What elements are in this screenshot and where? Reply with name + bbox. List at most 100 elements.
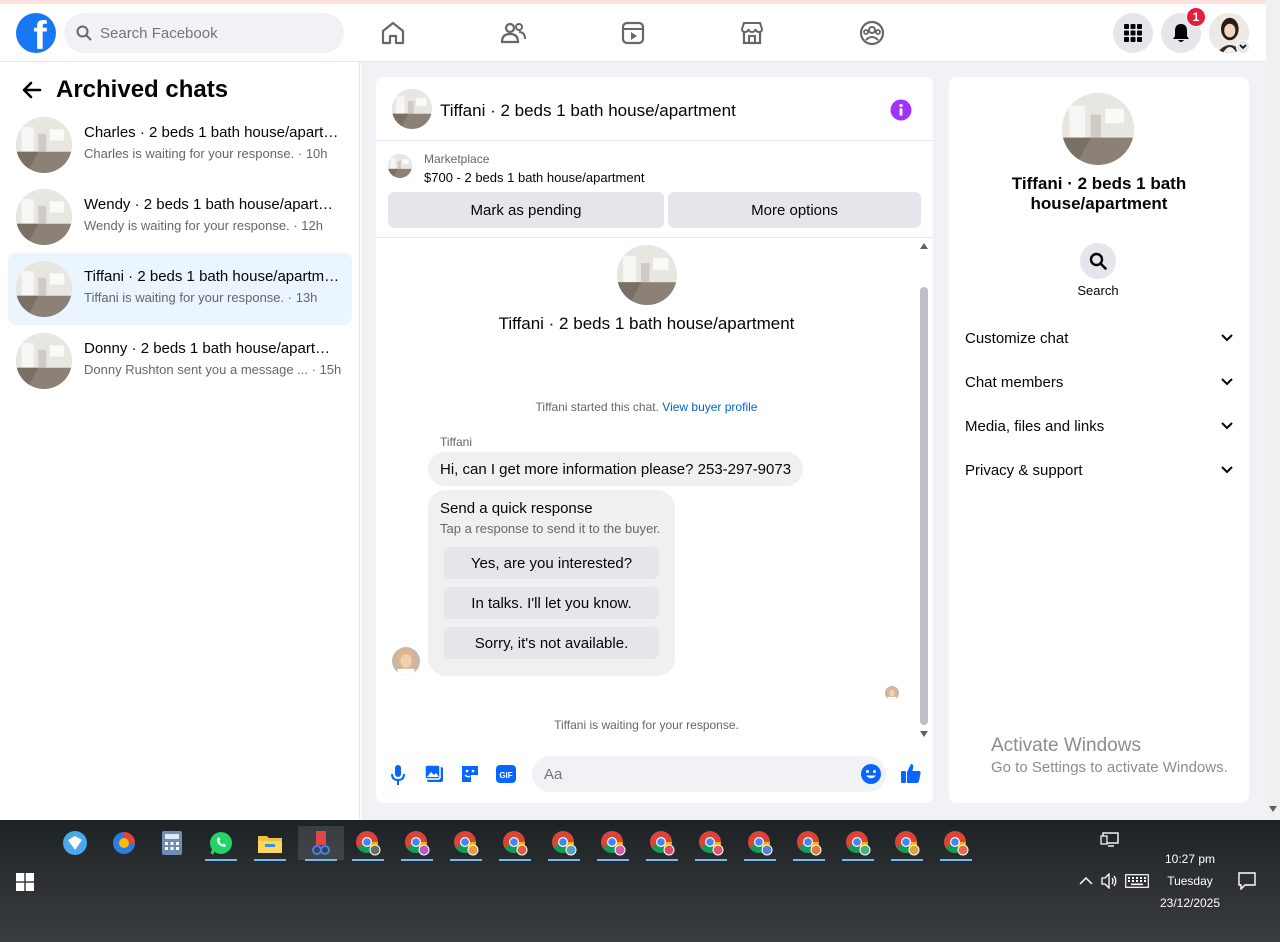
chevron-down-icon <box>1221 378 1233 386</box>
taskbar-app-snipping[interactable] <box>298 826 344 861</box>
menu-grid-button[interactable] <box>1113 13 1153 53</box>
section-label: Privacy & support <box>965 461 1083 479</box>
keyboard-icon[interactable] <box>1125 874 1149 888</box>
taskbar-chrome-4[interactable] <box>495 826 535 861</box>
taskbar-chrome-13[interactable] <box>936 826 976 861</box>
friends-icon[interactable] <box>499 19 527 47</box>
sender-avatar[interactable] <box>392 647 420 675</box>
listing-thumbnail[interactable] <box>388 154 412 178</box>
emoji-icon[interactable] <box>860 763 882 785</box>
privacy-support-section[interactable]: Privacy & support <box>965 448 1233 492</box>
taskbar-app-browser[interactable] <box>104 826 144 860</box>
sender-name: Tiffani <box>440 435 473 449</box>
quick-response-interested[interactable]: Yes, are you interested? <box>444 547 659 579</box>
taskbar-chrome-10[interactable] <box>789 826 829 861</box>
message-input[interactable] <box>544 765 844 783</box>
listing-title[interactable]: $700 - 2 beds 1 bath house/apartment <box>424 170 644 185</box>
customize-chat-section[interactable]: Customize chat <box>965 316 1233 360</box>
taskbar-chrome-2[interactable] <box>397 826 437 861</box>
whatsapp-icon <box>208 830 234 856</box>
watermark-line-1: Activate Windows <box>991 735 1141 756</box>
archived-chats-panel: Archived chats Charles · 2 beds 1 bath h… <box>0 62 360 820</box>
message-bubble[interactable]: Hi, can I get more information please? 2… <box>428 452 804 486</box>
search-input[interactable] <box>100 24 320 42</box>
facebook-logo-letter: f <box>33 14 47 53</box>
chat-row-wendy[interactable]: Wendy · 2 beds 1 bath house/apartment We… <box>8 181 352 253</box>
mark-as-pending-button[interactable]: Mark as pending <box>388 192 664 228</box>
view-buyer-profile-link[interactable]: View buyer profile <box>662 400 757 414</box>
like-thumb-icon[interactable] <box>900 762 922 784</box>
taskbar-chrome-3[interactable] <box>446 826 486 861</box>
video-icon[interactable] <box>619 19 647 47</box>
marketplace-icon[interactable] <box>738 19 766 47</box>
action-center-icon[interactable] <box>1238 872 1256 890</box>
chat-thumbnail <box>16 333 72 389</box>
back-arrow-icon[interactable] <box>20 78 44 102</box>
chevron-down-icon <box>1221 422 1233 430</box>
taskbar-app-file-explorer[interactable] <box>250 826 290 861</box>
chat-row-tiffani[interactable]: Tiffani · 2 beds 1 bath house/apartment … <box>8 253 352 325</box>
notification-badge: 1 <box>1186 7 1206 27</box>
info-icon[interactable] <box>890 99 912 121</box>
chat-members-section[interactable]: Chat members <box>965 360 1233 404</box>
search-box[interactable] <box>64 13 344 53</box>
taskbar-chrome-9[interactable] <box>740 826 780 861</box>
taskbar-time[interactable]: 10:27 pm <box>1150 852 1230 866</box>
media-files-links-section[interactable]: Media, files and links <box>965 404 1233 448</box>
volume-icon[interactable] <box>1100 873 1118 889</box>
groups-icon[interactable] <box>858 19 886 47</box>
taskbar-chrome-11[interactable] <box>838 826 878 861</box>
tray-chevron-up-icon[interactable] <box>1079 876 1093 886</box>
taskbar-chrome-6[interactable] <box>593 826 633 861</box>
quick-response-in-talks[interactable]: In talks. I'll let you know. <box>444 587 659 619</box>
shield-app-icon <box>62 830 88 856</box>
taskbar-chrome-8[interactable] <box>691 826 731 861</box>
marketplace-listing-bar: Marketplace $700 - 2 beds 1 bath house/a… <box>376 142 933 238</box>
home-icon[interactable] <box>379 19 407 47</box>
gif-icon-label: GIF <box>499 771 512 780</box>
desktop-display-icon[interactable] <box>1100 832 1120 848</box>
chrome-icon <box>453 830 479 856</box>
chat-started-notice: Tiffani started this chat. View buyer pr… <box>535 400 758 414</box>
taskbar-date[interactable]: 23/12/2025 <box>1150 896 1230 910</box>
chat-preview: Wendy is waiting for your response. · 12… <box>84 218 323 233</box>
chat-name: Charles · 2 beds 1 bath house/apartment <box>84 124 340 141</box>
account-chevron-icon[interactable] <box>1236 40 1250 54</box>
chat-row-charles[interactable]: Charles · 2 beds 1 bath house/apartment … <box>8 109 352 181</box>
seen-indicator-avatar <box>885 686 899 700</box>
taskbar-app-shield[interactable] <box>55 826 95 860</box>
info-search-button[interactable] <box>1080 243 1116 279</box>
taskbar-app-calculator[interactable] <box>152 826 192 860</box>
taskbar-chrome-7[interactable] <box>642 826 682 861</box>
top-bar: f 1 <box>0 0 1266 62</box>
taskbar-chrome-1[interactable] <box>348 826 388 861</box>
message-list[interactable]: Tiffani · 2 beds 1 bath house/apartment … <box>376 239 933 743</box>
search-icon <box>76 25 92 41</box>
conversation-title[interactable]: Tiffani · 2 beds 1 bath house/apartment <box>440 101 736 121</box>
conversation-avatar[interactable] <box>392 89 432 129</box>
microphone-icon[interactable] <box>388 764 408 786</box>
windows-start-icon[interactable] <box>16 873 34 891</box>
composer-input-box[interactable] <box>532 756 886 792</box>
taskbar-day[interactable]: Tuesday <box>1150 874 1230 888</box>
sticker-icon[interactable] <box>460 764 480 784</box>
quick-response-not-available[interactable]: Sorry, it's not available. <box>444 627 659 659</box>
photo-icon[interactable] <box>424 764 444 784</box>
chat-preview: Tiffani is waiting for your response. · … <box>84 290 318 305</box>
message-composer: GIF <box>376 753 933 797</box>
listing-source: Marketplace <box>424 152 490 166</box>
taskbar-chrome-12[interactable] <box>887 826 927 861</box>
page-scrollbar[interactable] <box>1266 0 1280 820</box>
chat-thumbnail <box>16 189 72 245</box>
chrome-icon <box>943 830 969 856</box>
taskbar-chrome-5[interactable] <box>544 826 584 861</box>
chrome-icon <box>845 830 871 856</box>
scrollbar-thumb[interactable] <box>920 287 928 725</box>
chat-preview: Donny Rushton sent you a message ... · 1… <box>84 362 342 377</box>
chat-row-donny[interactable]: Donny · 2 beds 1 bath house/apartment Do… <box>8 325 352 397</box>
taskbar-app-whatsapp[interactable] <box>201 826 241 861</box>
archived-chats-title: Archived chats <box>56 76 229 103</box>
more-options-button[interactable]: More options <box>668 192 921 228</box>
facebook-logo[interactable]: f <box>16 13 56 53</box>
gif-icon[interactable]: GIF <box>496 764 516 784</box>
